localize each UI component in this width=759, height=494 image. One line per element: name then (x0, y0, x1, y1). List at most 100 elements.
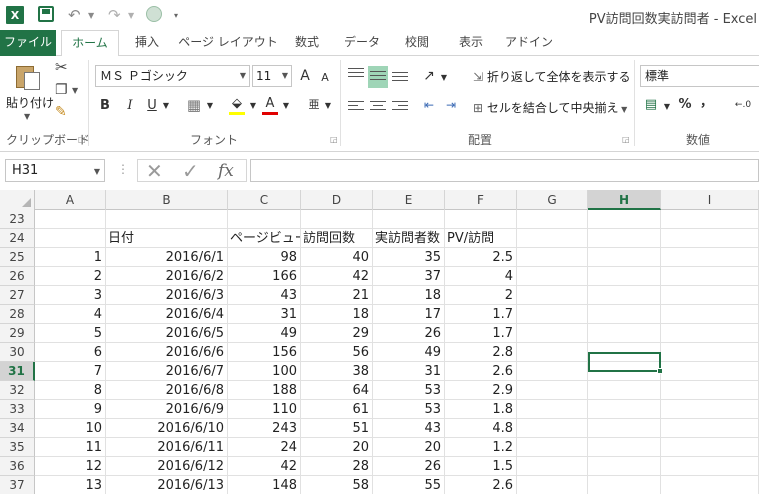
alignment-launcher-icon[interactable]: ◲ (622, 135, 630, 144)
cell-c31[interactable]: 100 (228, 362, 301, 381)
cell-b24[interactable]: 日付 (106, 229, 228, 248)
cell-e36[interactable]: 26 (373, 457, 445, 476)
cell-f32[interactable]: 2.9 (445, 381, 517, 400)
cell-g30[interactable] (517, 343, 588, 362)
cell-e23[interactable] (373, 210, 445, 229)
cell-h24[interactable] (588, 229, 661, 248)
cell-c30[interactable]: 156 (228, 343, 301, 362)
cell-e26[interactable]: 37 (373, 267, 445, 286)
cell-g32[interactable] (517, 381, 588, 400)
cell-a31[interactable]: 7 (35, 362, 106, 381)
cell-c26[interactable]: 166 (228, 267, 301, 286)
cell-d36[interactable]: 28 (301, 457, 373, 476)
cell-d32[interactable]: 64 (301, 381, 373, 400)
italic-button[interactable]: I (122, 97, 138, 115)
cell-b34[interactable]: 2016/6/10 (106, 419, 228, 438)
row-header-34[interactable]: 34 (0, 419, 35, 438)
cell-f26[interactable]: 4 (445, 267, 517, 286)
cell-a23[interactable] (35, 210, 106, 229)
cell-i35[interactable] (661, 438, 759, 457)
cell-b36[interactable]: 2016/6/12 (106, 457, 228, 476)
cell-a27[interactable]: 3 (35, 286, 106, 305)
underline-dropdown-icon[interactable]: ▼ (162, 97, 170, 115)
percent-button[interactable]: % (677, 96, 693, 114)
cell-e27[interactable]: 18 (373, 286, 445, 305)
row-header-28[interactable]: 28 (0, 305, 35, 324)
column-header-f[interactable]: F (445, 190, 517, 210)
cell-b29[interactable]: 2016/6/5 (106, 324, 228, 343)
formula-bar-resize-icon[interactable]: ⋮ (117, 162, 129, 176)
cell-c34[interactable]: 243 (228, 419, 301, 438)
cell-f37[interactable]: 2.6 (445, 476, 517, 494)
tab-data[interactable]: データ (336, 30, 388, 56)
cell-f35[interactable]: 1.2 (445, 438, 517, 457)
cell-h36[interactable] (588, 457, 661, 476)
tab-page-layout[interactable]: ページ レイアウト (178, 30, 278, 56)
cell-d25[interactable]: 40 (301, 248, 373, 267)
cell-a24[interactable] (35, 229, 106, 248)
row-header-29[interactable]: 29 (0, 324, 35, 343)
cell-f25[interactable]: 2.5 (445, 248, 517, 267)
cell-d35[interactable]: 20 (301, 438, 373, 457)
copy-icon[interactable]: ❐ (55, 82, 68, 98)
cell-i31[interactable] (661, 362, 759, 381)
active-cell-h31[interactable] (588, 352, 663, 374)
font-color-dropdown-icon[interactable]: ▼ (282, 97, 290, 115)
phonetic-icon[interactable]: 亜 (306, 96, 322, 114)
cell-e31[interactable]: 31 (373, 362, 445, 381)
cell-i23[interactable] (661, 210, 759, 229)
cell-a26[interactable]: 2 (35, 267, 106, 286)
cell-i28[interactable] (661, 305, 759, 324)
cell-b28[interactable]: 2016/6/4 (106, 305, 228, 324)
cell-c37[interactable]: 148 (228, 476, 301, 494)
tab-file[interactable]: ファイル (0, 30, 56, 56)
cell-c36[interactable]: 42 (228, 457, 301, 476)
undo-dropdown-icon[interactable]: ▼ (88, 6, 94, 24)
column-header-g[interactable]: G (517, 190, 588, 210)
cell-g28[interactable] (517, 305, 588, 324)
underline-button[interactable]: U (144, 97, 160, 115)
cell-e37[interactable]: 55 (373, 476, 445, 494)
customize-toolbar-icon[interactable]: ▾ (174, 6, 178, 24)
cell-d30[interactable]: 56 (301, 343, 373, 362)
tab-home[interactable]: ホーム (61, 30, 119, 57)
cell-d37[interactable]: 58 (301, 476, 373, 494)
cell-d24[interactable]: 訪問回数 (301, 229, 373, 248)
enter-icon[interactable]: ✓ (182, 160, 199, 182)
cell-f36[interactable]: 1.5 (445, 457, 517, 476)
cell-f29[interactable]: 1.7 (445, 324, 517, 343)
cell-f30[interactable]: 2.8 (445, 343, 517, 362)
cell-i33[interactable] (661, 400, 759, 419)
align-top-icon[interactable] (348, 68, 364, 80)
cell-e34[interactable]: 43 (373, 419, 445, 438)
cell-e35[interactable]: 20 (373, 438, 445, 457)
cell-c33[interactable]: 110 (228, 400, 301, 419)
cell-h37[interactable] (588, 476, 661, 494)
column-header-b[interactable]: B (106, 190, 228, 210)
cell-h33[interactable] (588, 400, 661, 419)
column-header-e[interactable]: E (373, 190, 445, 210)
decrease-indent-icon[interactable]: ⇤ (420, 96, 438, 114)
increase-decimal-icon[interactable]: ←.0 (728, 96, 758, 114)
redo-dropdown-icon[interactable]: ▼ (128, 6, 134, 24)
bold-button[interactable]: B (97, 97, 113, 115)
column-header-d[interactable]: D (301, 190, 373, 210)
cell-h23[interactable] (588, 210, 661, 229)
cell-c23[interactable] (228, 210, 301, 229)
cell-e29[interactable]: 26 (373, 324, 445, 343)
cell-g34[interactable] (517, 419, 588, 438)
formula-input[interactable] (250, 159, 759, 182)
cell-g37[interactable] (517, 476, 588, 494)
cell-i26[interactable] (661, 267, 759, 286)
row-header-37[interactable]: 37 (0, 476, 35, 494)
tab-insert[interactable]: 挿入 (124, 30, 170, 56)
grow-font-button[interactable]: A (297, 67, 313, 85)
cell-c24[interactable]: ページビュー (228, 229, 301, 248)
paste-dropdown-icon[interactable]: ▼ (24, 112, 30, 121)
cell-a28[interactable]: 4 (35, 305, 106, 324)
cell-e28[interactable]: 17 (373, 305, 445, 324)
cell-h26[interactable] (588, 267, 661, 286)
cell-d33[interactable]: 61 (301, 400, 373, 419)
redo-icon[interactable]: ↷ (108, 6, 121, 24)
cut-icon[interactable]: ✂ (55, 58, 68, 76)
